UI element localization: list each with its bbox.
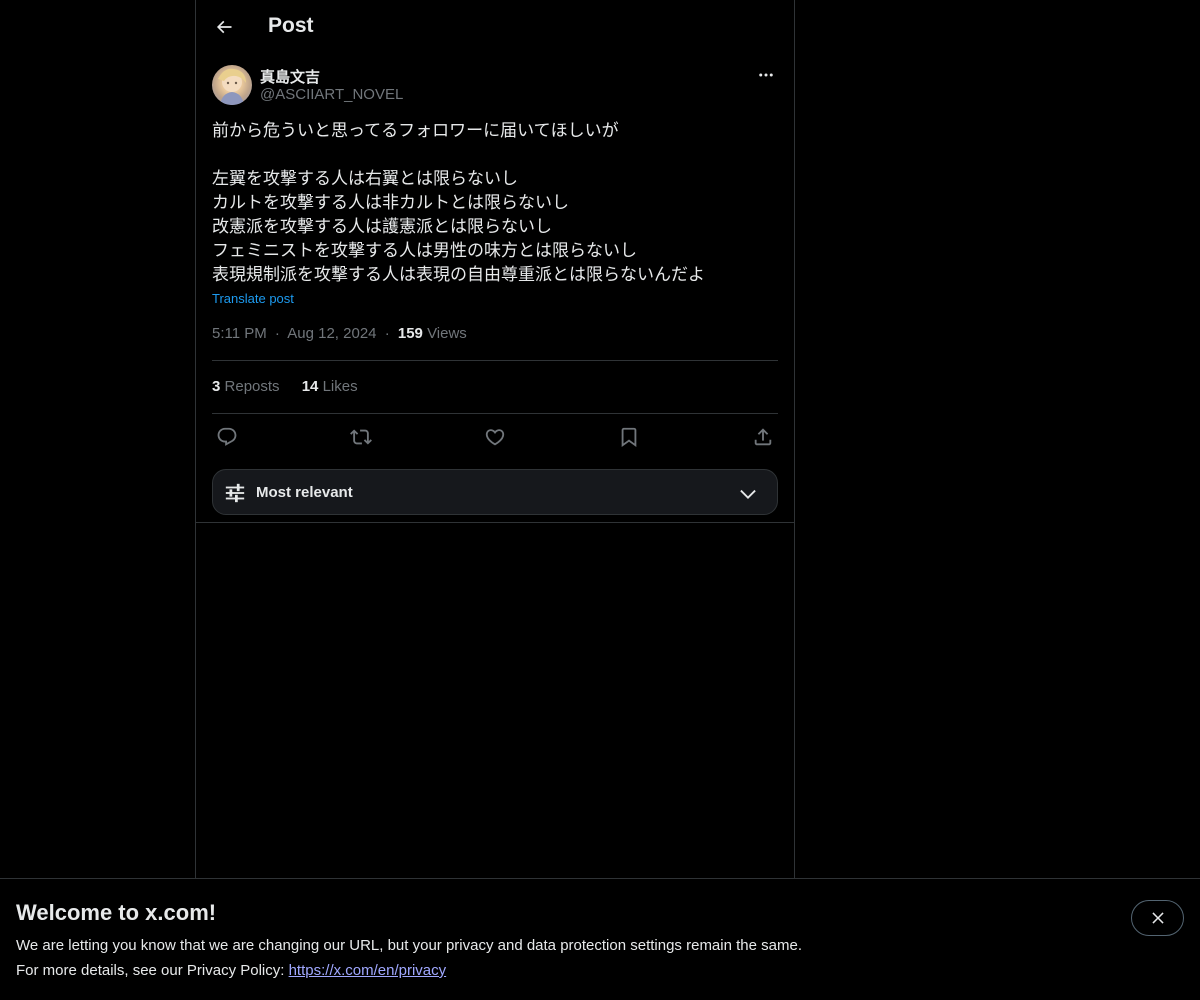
post-date[interactable]: Aug 12, 2024 — [287, 325, 376, 342]
reply-icon — [216, 426, 238, 448]
divider — [212, 360, 778, 361]
action-bar — [212, 423, 778, 451]
close-icon — [1149, 909, 1167, 927]
heart-icon — [484, 426, 506, 448]
more-options-button[interactable] — [754, 63, 778, 87]
bookmark-button[interactable] — [615, 423, 643, 451]
post-text: 前から危ういと思ってるフォロワーに届いてほしいが 左翼を攻撃する人は右翼とは限ら… — [212, 119, 778, 287]
post-meta: 5:11 PM · Aug 12, 2024 · 159 Views — [212, 325, 467, 342]
likes-count: 14 — [301, 378, 319, 395]
repost-button[interactable] — [347, 423, 375, 451]
meta-separator: · — [274, 325, 280, 342]
banner-close-button[interactable] — [1131, 900, 1184, 936]
translate-post-link[interactable]: Translate post — [212, 291, 294, 306]
ellipsis-icon — [757, 66, 775, 84]
post-text-blank-line — [212, 143, 778, 167]
avatar[interactable] — [212, 65, 252, 105]
post-text-line: 前から危ういと思ってるフォロワーに届いてほしいが — [212, 121, 619, 141]
like-button[interactable] — [481, 423, 509, 451]
divider — [212, 413, 778, 414]
sort-label: Most relevant — [256, 484, 353, 501]
banner-privacy-line: For more details, see our Privacy Policy… — [16, 962, 446, 979]
reply-sort-dropdown[interactable]: Most relevant — [212, 469, 778, 515]
banner-title: Welcome to x.com! — [16, 900, 217, 925]
reposts-stat[interactable]: 3 Reposts — [212, 378, 284, 395]
likes-stat[interactable]: 14 Likes — [302, 378, 358, 395]
primary-column: Post 真島文吉 @ASCIIART_NOVEL 前から危ういと思ってるフォロ… — [195, 0, 795, 1000]
post-stats: 3 Reposts 14 Likes — [212, 378, 376, 395]
sliders-icon — [224, 482, 246, 504]
post-text-line: 改憲派を攻撃する人は護憲派とは限らないし — [212, 217, 552, 237]
post-time[interactable]: 5:11 PM — [212, 325, 267, 342]
post-text-line: カルトを攻撃する人は非カルトとは限らないし — [212, 193, 569, 213]
post-text-line: 表現規制派を攻撃する人は表現の自由尊重派とは限らないんだよ — [212, 265, 705, 285]
meta-separator: · — [384, 325, 390, 342]
arrow-left-icon — [214, 17, 234, 37]
post-text-line: フェミニストを攻撃する人は男性の味方とは限らないし — [212, 241, 637, 261]
page-header: Post — [196, 0, 794, 54]
share-icon — [752, 426, 774, 448]
repost-icon — [350, 426, 372, 448]
post-author: 真島文吉 @ASCIIART_NOVEL — [212, 65, 778, 107]
reposts-label: Reposts — [224, 378, 280, 395]
views-label: Views — [427, 325, 467, 342]
page-title: Post — [268, 14, 314, 37]
author-handle[interactable]: @ASCIIART_NOVEL — [260, 86, 403, 103]
banner-privacy-text: For more details, see our Privacy Policy… — [16, 962, 289, 979]
divider — [196, 522, 794, 523]
reposts-count: 3 — [212, 378, 221, 395]
bookmark-icon — [618, 426, 640, 448]
welcome-banner: Welcome to x.com! We are letting you kno… — [0, 878, 1200, 1000]
views-count: 159 — [397, 325, 423, 342]
reply-button[interactable] — [213, 423, 241, 451]
chevron-down-icon — [737, 483, 759, 505]
back-button[interactable] — [206, 9, 242, 45]
author-display-name[interactable]: 真島文吉 — [260, 66, 320, 87]
share-button[interactable] — [749, 423, 777, 451]
likes-label: Likes — [322, 378, 358, 395]
privacy-policy-link[interactable]: https://x.com/en/privacy — [289, 962, 447, 979]
post-text-line: 左翼を攻撃する人は右翼とは限らないし — [212, 169, 518, 189]
banner-message: We are letting you know that we are chan… — [16, 937, 802, 954]
